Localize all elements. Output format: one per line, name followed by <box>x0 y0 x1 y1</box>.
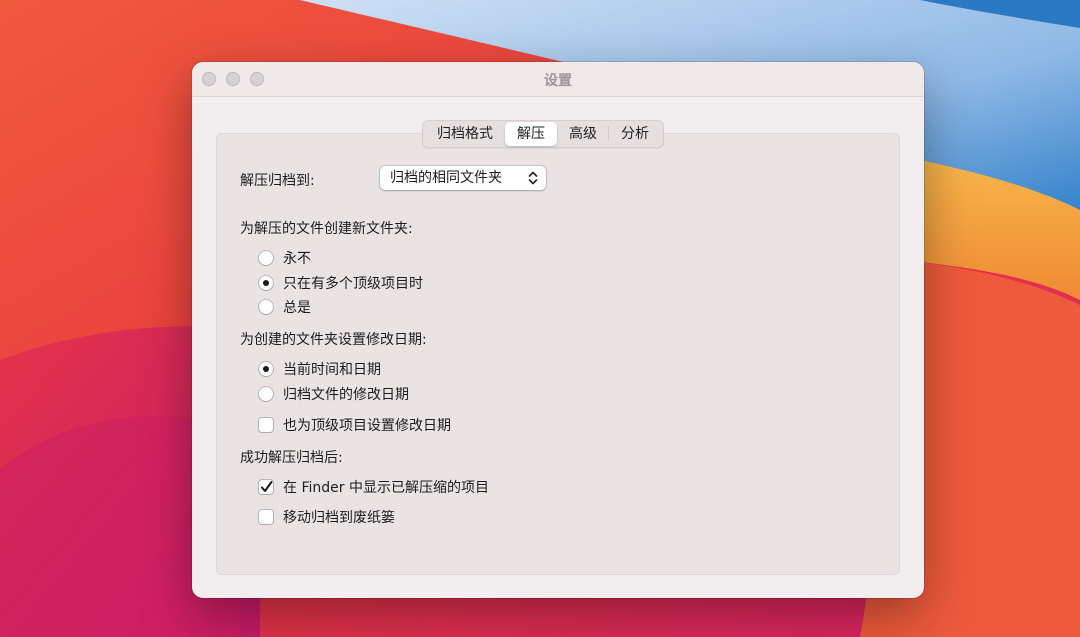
mod-date-heading: 为创建的文件夹设置修改日期: <box>240 332 427 348</box>
checkbox-move-to-trash-label: 移动归档到废纸篓 <box>283 510 395 526</box>
after-success-heading: 成功解压归档后: <box>240 450 343 466</box>
radio-never-label: 永不 <box>283 251 311 267</box>
radio-always-label: 总是 <box>283 300 311 316</box>
radio-current-time[interactable]: 当前时间和日期 <box>259 359 381 379</box>
extract-settings: 解压归档到: 归档的相同文件夹 为解压的文件创建新文件夹: 永不 只在有多个顶级… <box>240 62 924 598</box>
radio-always-button[interactable] <box>259 300 273 314</box>
checkmark-icon <box>261 481 273 492</box>
radio-archive-mod-date-label: 归档文件的修改日期 <box>283 387 409 403</box>
radio-multiple-top-level-button[interactable] <box>259 276 273 290</box>
new-folder-heading: 为解压的文件创建新文件夹: <box>240 221 413 237</box>
radio-current-time-button[interactable] <box>259 362 273 376</box>
checkbox-reveal-in-finder-label: 在 Finder 中显示已解压缩的项目 <box>283 480 489 496</box>
radio-always[interactable]: 总是 <box>259 297 311 317</box>
radio-never-button[interactable] <box>259 251 273 265</box>
radio-current-time-label: 当前时间和日期 <box>283 362 381 378</box>
checkbox-reveal-in-finder[interactable]: 在 Finder 中显示已解压缩的项目 <box>259 477 489 497</box>
checkbox-top-level-mod-date[interactable]: 也为顶级项目设置修改日期 <box>259 415 451 435</box>
checkbox-reveal-in-finder-box[interactable] <box>259 480 273 494</box>
destination-popup[interactable]: 归档的相同文件夹 <box>380 166 546 190</box>
radio-multiple-top-level[interactable]: 只在有多个顶级项目时 <box>259 273 423 293</box>
chevron-up-down-icon <box>528 171 538 185</box>
checkbox-move-to-trash[interactable]: 移动归档到废纸篓 <box>259 507 395 527</box>
checkbox-top-level-mod-date-box[interactable] <box>259 418 273 432</box>
destination-popup-value: 归档的相同文件夹 <box>390 170 502 186</box>
checkbox-move-to-trash-box[interactable] <box>259 510 273 524</box>
radio-never[interactable]: 永不 <box>259 248 311 268</box>
settings-window: 设置 归档格式 解压 高级 分析 解压归档到: 归档的相同文件夹 为解压的文件创… <box>192 62 924 598</box>
radio-archive-mod-date-button[interactable] <box>259 387 273 401</box>
radio-multiple-top-level-label: 只在有多个顶级项目时 <box>283 276 423 292</box>
radio-archive-mod-date[interactable]: 归档文件的修改日期 <box>259 384 409 404</box>
checkbox-top-level-mod-date-label: 也为顶级项目设置修改日期 <box>283 418 451 434</box>
destination-label: 解压归档到: <box>240 173 315 189</box>
